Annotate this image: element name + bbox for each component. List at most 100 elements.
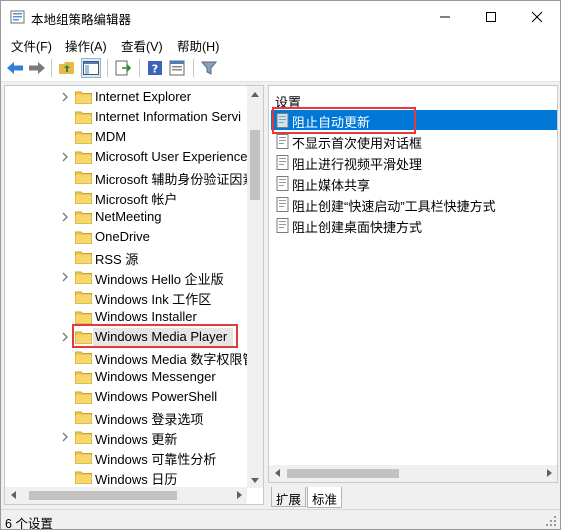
scroll-down-arrow-icon[interactable]: [247, 472, 263, 488]
tree-item[interactable]: RSS 源: [5, 247, 249, 267]
filter-button[interactable]: [199, 58, 219, 78]
properties-button[interactable]: [167, 58, 187, 78]
close-button[interactable]: [514, 1, 560, 32]
menu-action[interactable]: 操作(A): [65, 36, 107, 55]
tree-item-label: Windows 可靠性分析: [95, 452, 217, 467]
folder-icon: [75, 271, 92, 284]
policy-row[interactable]: 阻止进行视频平滑处理: [271, 152, 557, 172]
tree-item[interactable]: OneDrive: [5, 227, 249, 247]
tree-item[interactable]: Internet Information Servi: [5, 107, 249, 127]
tree-item[interactable]: Internet Explorer: [5, 87, 249, 107]
tree-horizontal-scrollbar[interactable]: [5, 487, 247, 504]
tree-item[interactable]: Windows Hello 企业版: [5, 267, 249, 287]
menu-view[interactable]: 查看(V): [121, 36, 163, 55]
chevron-right-icon[interactable]: [60, 431, 70, 443]
selected-tree-highlight-box: [72, 324, 238, 348]
maximize-icon: [486, 11, 496, 22]
chevron-right-icon[interactable]: [60, 331, 70, 343]
tree-vscroll-thumb[interactable]: [250, 130, 260, 200]
scroll-right-arrow-icon[interactable]: [231, 487, 247, 503]
tree-item-label: Internet Information Servi: [95, 109, 241, 124]
tree-hscroll-thumb[interactable]: [29, 491, 177, 500]
tree-item-label: Windows Installer: [95, 309, 197, 324]
tree-item[interactable]: Windows Messenger: [5, 367, 249, 387]
tree-item-label: OneDrive: [95, 229, 150, 244]
tree-item[interactable]: Microsoft User Experience: [5, 147, 249, 167]
policy-row[interactable]: 不显示首次使用对话框: [271, 131, 557, 151]
tree-item-label: MDM: [95, 129, 127, 144]
settings-pane[interactable]: 设置 阻止自动更新 不显示首次使用对话框 阻止进行视频平滑处理 阻止媒体共享 阻止创建“…: [268, 85, 558, 483]
forward-button[interactable]: [27, 58, 47, 78]
tree-item[interactable]: Microsoft 辅助身份验证因素: [5, 167, 255, 187]
tree-item-label: Windows Hello 企业版: [95, 272, 224, 287]
forward-arrow-icon: [29, 62, 45, 74]
chevron-right-icon[interactable]: [60, 151, 70, 163]
tree-pane[interactable]: Internet Explorer Internet Information Se…: [4, 85, 264, 505]
policy-row[interactable]: 阻止创建桌面快捷方式: [271, 215, 557, 235]
policy-row[interactable]: 阻止创建“快速启动”工具栏快捷方式: [271, 194, 557, 214]
gpedit-app-icon: [10, 10, 25, 24]
toolbar-separator: [51, 59, 52, 77]
tree-item[interactable]: Windows 登录选项: [5, 407, 249, 427]
policy-setting-icon: [276, 218, 289, 233]
toolbar-separator: [139, 59, 140, 77]
policy-setting-icon: [276, 197, 289, 212]
chevron-right-icon[interactable]: [60, 211, 70, 223]
scroll-right-arrow-icon[interactable]: [541, 465, 557, 481]
folder-icon: [75, 371, 92, 384]
tree-item-label: Windows Media 数字权限管: [95, 352, 256, 367]
scroll-left-arrow-icon[interactable]: [269, 465, 285, 481]
folder-icon: [75, 251, 92, 264]
tree-item-label: Windows Ink 工作区: [95, 292, 212, 307]
tree-item[interactable]: Windows 可靠性分析: [5, 447, 249, 467]
tree-item-label: Windows Messenger: [95, 369, 216, 384]
up-level-button[interactable]: [57, 58, 77, 78]
tree-item[interactable]: Windows PowerShell: [5, 387, 249, 407]
folder-icon: [75, 111, 92, 124]
menu-file[interactable]: 文件(F): [11, 36, 52, 55]
tree-item-label: Internet Explorer: [95, 89, 192, 104]
policy-row[interactable]: 阻止媒体共享: [271, 173, 557, 193]
minimize-button[interactable]: [422, 1, 468, 32]
back-button[interactable]: [5, 58, 25, 78]
maximize-button[interactable]: [468, 1, 514, 32]
tree-item-label: Microsoft User Experience: [95, 149, 248, 164]
title-bar[interactable]: 本地组策略编辑器: [1, 1, 560, 32]
tree-item-label: Windows 日历: [95, 472, 178, 487]
tree-vertical-scrollbar[interactable]: [247, 86, 263, 488]
tab-extended[interactable]: 扩展: [271, 487, 307, 507]
folder-icon: [75, 351, 92, 364]
help-icon: ?: [148, 61, 162, 76]
selected-policy-highlight-box: [272, 107, 416, 134]
tree-item[interactable]: Windows 更新: [5, 427, 249, 447]
tree-item[interactable]: Windows Media 数字权限管: [5, 347, 255, 367]
help-button[interactable]: ?: [145, 58, 165, 78]
chevron-right-icon[interactable]: [60, 91, 70, 103]
folder-icon: [75, 131, 92, 144]
export-list-icon: [115, 60, 131, 76]
tree-item[interactable]: Windows 日历: [5, 467, 249, 487]
chevron-right-icon[interactable]: [60, 271, 70, 283]
toolbar-separator: [193, 59, 194, 77]
folder-icon: [75, 471, 92, 484]
policy-setting-icon: [276, 134, 289, 149]
scroll-left-arrow-icon[interactable]: [5, 487, 21, 503]
resize-grip-icon[interactable]: [545, 515, 557, 527]
tree-item[interactable]: Microsoft 帐户: [5, 187, 249, 207]
tree-item[interactable]: Windows Ink 工作区: [5, 287, 249, 307]
policy-setting-icon: [276, 155, 289, 170]
menu-bar: 文件(F) 操作(A) 查看(V) 帮助(H): [1, 32, 560, 54]
settings-horizontal-scrollbar[interactable]: [269, 465, 557, 482]
svg-text:?: ?: [152, 63, 158, 76]
scroll-up-arrow-icon[interactable]: [247, 86, 263, 102]
menu-help[interactable]: 帮助(H): [177, 36, 219, 55]
back-arrow-icon: [7, 62, 23, 74]
folder-icon: [75, 151, 92, 164]
tree-item[interactable]: NetMeeting: [5, 207, 249, 227]
tree-item[interactable]: MDM: [5, 127, 249, 147]
settings-hscroll-thumb[interactable]: [287, 469, 399, 478]
tree-item-label: Windows PowerShell: [95, 389, 218, 404]
show-hide-tree-button[interactable]: [81, 58, 101, 78]
export-list-button[interactable]: [113, 58, 133, 78]
tab-standard[interactable]: 标准: [307, 487, 343, 508]
